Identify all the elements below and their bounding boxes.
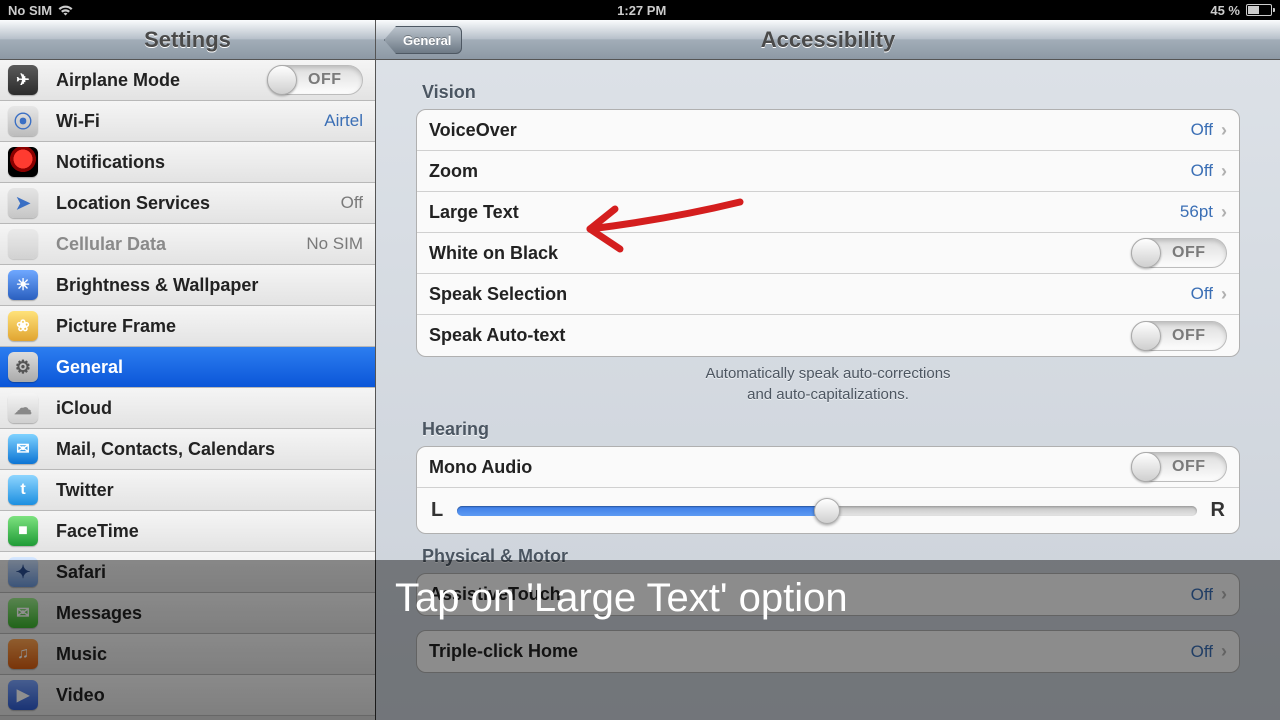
gear-icon: ⚙ [8,352,38,382]
brightness-icon: ☀ [8,270,38,300]
vision-group: VoiceOver Off › Zoom Off › Large Text 56… [416,109,1240,357]
row-zoom[interactable]: Zoom Off › [417,151,1239,192]
mail-icon: ✉ [8,434,38,464]
detail-header: General Accessibility [376,20,1280,60]
sidebar-item-airplane[interactable]: ✈ Airplane Mode OFF [0,60,375,101]
status-bar: No SIM 1:27 PM 45 % [0,0,1280,20]
row-speak-selection[interactable]: Speak Selection Off › [417,274,1239,315]
sidebar-item-label: Airplane Mode [56,70,267,91]
white-on-black-toggle[interactable]: OFF [1131,238,1227,268]
audio-balance-row: L R [417,488,1239,533]
sidebar-item-label: Location Services [56,193,341,214]
balance-right-label: R [1211,499,1225,522]
sidebar-item-label: Brightness & Wallpaper [56,275,363,296]
row-white-on-black[interactable]: White on Black OFF [417,233,1239,274]
hearing-group: Mono Audio OFF L R [416,446,1240,534]
sidebar-title: Settings [0,20,375,60]
row-speak-autotext[interactable]: Speak Auto-text OFF [417,315,1239,356]
sidebar-item-notifications[interactable]: Notifications [0,142,375,183]
sidebar-item-mail[interactable]: ✉ Mail, Contacts, Calendars [0,429,375,470]
back-button[interactable]: General [384,26,462,54]
battery-icon [1246,4,1272,16]
sidebar-item-icloud[interactable]: ☁ iCloud [0,388,375,429]
clock-text: 1:27 PM [73,3,1210,18]
icloud-icon: ☁ [8,393,38,423]
chevron-right-icon: › [1221,284,1227,305]
chevron-right-icon: › [1221,120,1227,141]
sidebar-item-brightness[interactable]: ☀ Brightness & Wallpaper [0,265,375,306]
sidebar-item-label: FaceTime [56,521,363,542]
sidebar-item-label: Notifications [56,152,363,173]
detail-title: Accessibility [761,27,896,53]
autotext-note-1: Automatically speak auto-corrections [416,357,1240,386]
sidebar-item-wifi[interactable]: ⦿ Wi-Fi Airtel [0,101,375,142]
speak-autotext-toggle[interactable]: OFF [1131,321,1227,351]
cellular-icon [8,229,38,259]
audio-balance-slider[interactable] [457,506,1196,516]
airplane-icon: ✈ [8,65,38,95]
airplane-toggle[interactable]: OFF [267,65,363,95]
sidebar-item-location[interactable]: ➤ Location Services Off [0,183,375,224]
row-large-text[interactable]: Large Text 56pt › [417,192,1239,233]
sidebar-item-label: Cellular Data [56,234,306,255]
twitter-icon: t [8,475,38,505]
sidebar-item-facetime[interactable]: ■ FaceTime [0,511,375,552]
section-hearing: Hearing [416,407,1240,446]
battery-percent: 45 % [1210,3,1240,18]
autotext-note-2: and auto-capitalizations. [416,386,1240,407]
mono-audio-toggle[interactable]: OFF [1131,452,1227,482]
sidebar-item-label: General [56,357,363,378]
location-icon: ➤ [8,188,38,218]
section-vision: Vision [416,70,1240,109]
sidebar-item-label: Picture Frame [56,316,363,337]
sidebar-item-general[interactable]: ⚙ General [0,347,375,388]
chevron-right-icon: › [1221,161,1227,182]
sidebar-item-twitter[interactable]: t Twitter [0,470,375,511]
sidebar-shade [0,560,376,720]
notifications-icon [8,147,38,177]
carrier-text: No SIM [8,3,52,18]
row-mono-audio[interactable]: Mono Audio OFF [417,447,1239,488]
facetime-icon: ■ [8,516,38,546]
sidebar-item-label: Mail, Contacts, Calendars [56,439,363,460]
balance-left-label: L [431,499,443,522]
tutorial-caption-overlay: Tap on 'Large Text' option [375,560,1280,720]
sidebar-item-label: iCloud [56,398,363,419]
cellular-value: No SIM [306,234,363,254]
tutorial-caption: Tap on 'Large Text' option [395,576,848,621]
sidebar-item-label: Wi-Fi [56,111,324,132]
wifi-value: Airtel [324,111,363,131]
pictureframe-icon: ❀ [8,311,38,341]
wifi-icon [58,5,73,16]
sidebar-item-label: Twitter [56,480,363,501]
chevron-right-icon: › [1221,202,1227,223]
sidebar-item-cellular: Cellular Data No SIM [0,224,375,265]
wifi-settings-icon: ⦿ [8,106,38,136]
sidebar-item-pictureframe[interactable]: ❀ Picture Frame [0,306,375,347]
location-value: Off [341,193,363,213]
row-voiceover[interactable]: VoiceOver Off › [417,110,1239,151]
